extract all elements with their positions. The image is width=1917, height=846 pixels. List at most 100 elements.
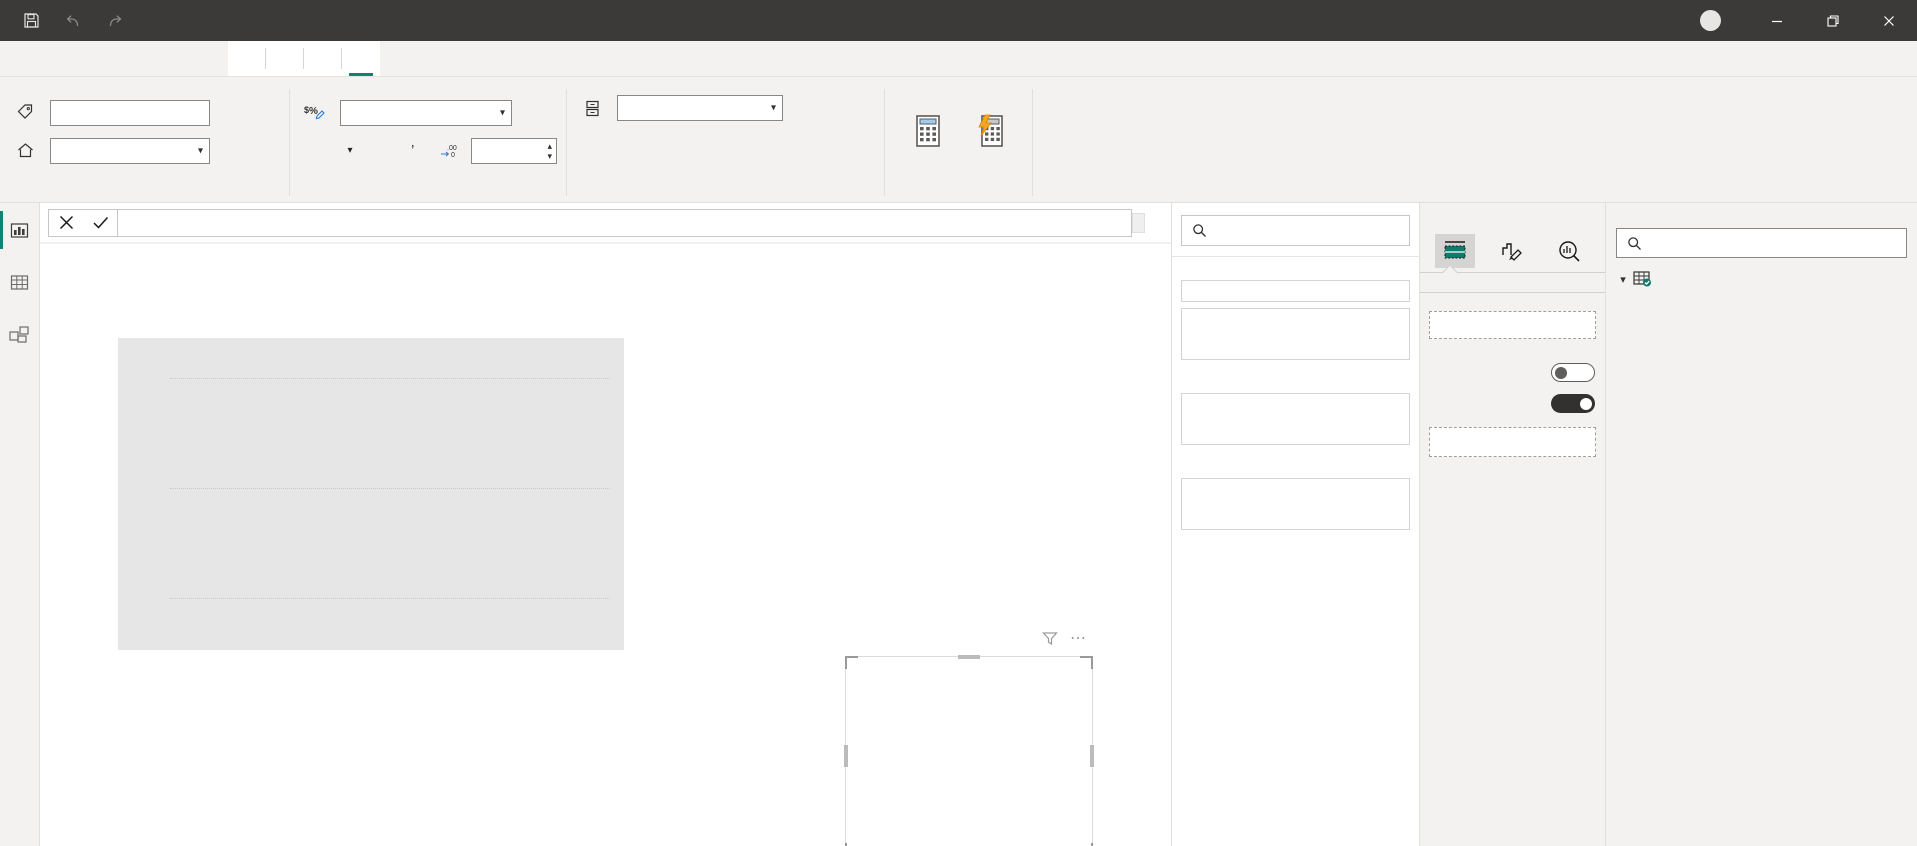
view-switcher-rail	[0, 203, 40, 846]
quick-access-toolbar	[0, 6, 132, 36]
restore-button[interactable]	[1805, 0, 1861, 41]
more-options-icon[interactable]: ⋯	[1070, 634, 1088, 644]
cancel-formula-button[interactable]	[49, 210, 83, 236]
minimize-button[interactable]	[1749, 0, 1805, 41]
redo-icon[interactable]	[98, 6, 132, 36]
title-bar-right	[1689, 0, 1917, 41]
ribbon-group-label-properties	[567, 178, 885, 202]
search-icon	[1627, 236, 1642, 251]
ribbon-tab-view[interactable]	[152, 41, 190, 76]
chevron-down-icon: ▾	[771, 103, 776, 114]
format-select[interactable]: ▾	[340, 100, 512, 126]
sidebar-item-model-view[interactable]	[3, 319, 37, 349]
power-bi-desktop-window: ▾ $% ▾	[0, 0, 1917, 846]
commit-formula-button[interactable]	[83, 210, 117, 236]
home-table-select[interactable]: ▾	[50, 138, 210, 164]
filters-on-this-page-section	[1172, 360, 1419, 445]
svg-text:’: ’	[411, 142, 414, 159]
cross-report-row	[1420, 357, 1605, 388]
ribbon-tab-format[interactable]	[228, 41, 266, 76]
filters-page-dropzone[interactable]	[1181, 393, 1410, 445]
percent-format-button[interactable]	[370, 138, 396, 164]
filters-visual-dropzone[interactable]	[1181, 308, 1410, 360]
bar-chart-visual[interactable]	[118, 338, 624, 650]
formula-input[interactable]	[118, 209, 1132, 237]
sidebar-item-data-view[interactable]	[3, 267, 37, 297]
filters-on-all-pages-section	[1172, 445, 1419, 530]
currency-format-button[interactable]	[304, 138, 330, 164]
resize-handle-left[interactable]	[844, 745, 848, 767]
keep-all-filters-toggle[interactable]	[1551, 394, 1595, 413]
visualizations-pane-tabs	[1420, 232, 1605, 268]
chart-plot-area	[118, 368, 624, 650]
currency-dropdown-icon[interactable]: ▾	[337, 138, 363, 164]
filters-all-pages-dropzone[interactable]	[1181, 478, 1410, 530]
fields-table-node[interactable]: ▾	[1606, 266, 1917, 292]
resize-handle-top[interactable]	[958, 655, 980, 659]
save-icon[interactable]	[14, 6, 48, 36]
drill-through-dropzone[interactable]	[1429, 427, 1596, 457]
visual-header-toolbar: ⋯	[1042, 631, 1088, 646]
ribbon-group-structure: ▾	[0, 77, 290, 202]
svg-text:.00: .00	[447, 145, 457, 152]
new-measure-button[interactable]	[899, 112, 956, 148]
visualizations-pane-header	[1420, 203, 1605, 226]
ribbon-group-label-formatting	[290, 178, 567, 202]
filters-search-input[interactable]	[1181, 215, 1410, 246]
filter-card[interactable]	[1181, 280, 1410, 302]
ribbon-tab-data-drill[interactable]	[266, 41, 304, 76]
fields-pane: ▾	[1605, 203, 1917, 846]
cross-report-toggle[interactable]	[1551, 363, 1595, 382]
calculator-icon	[913, 114, 943, 148]
ribbon-tab-file[interactable]	[0, 41, 38, 76]
chevron-down-icon: ▾	[500, 107, 505, 118]
build-visual-tab[interactable]	[1435, 234, 1475, 268]
table-icon	[1633, 270, 1652, 288]
thousands-separator-button[interactable]: ’	[403, 138, 429, 164]
filters-search-wrapper	[1172, 203, 1419, 257]
formula-bar-controls	[1132, 209, 1171, 237]
ribbon-group-label-structure	[0, 178, 290, 202]
report-canvas[interactable]: ⋯	[40, 243, 1171, 846]
filters-pane	[1171, 203, 1419, 846]
filter-icon[interactable]	[1042, 631, 1058, 646]
filters-on-this-visual-section	[1172, 257, 1419, 360]
chart-title	[118, 338, 624, 349]
data-category-icon	[581, 98, 603, 119]
format-visual-tab[interactable]	[1492, 234, 1532, 268]
resize-handle-top-left[interactable]	[845, 656, 858, 669]
quick-measure-button[interactable]	[962, 112, 1019, 148]
drill-through-label	[1420, 339, 1605, 357]
viz-tabs-underline	[1420, 272, 1605, 273]
data-category-select[interactable]: ▾	[617, 95, 783, 121]
undo-icon[interactable]	[56, 6, 90, 36]
fields-pane-header	[1606, 203, 1917, 226]
ribbon-tab-modeling[interactable]	[114, 41, 152, 76]
fields-search-input[interactable]	[1616, 228, 1907, 258]
ribbon-group-formatting: $% ▾ ▾ ’	[290, 77, 567, 202]
close-button[interactable]	[1861, 0, 1917, 41]
avatar[interactable]	[1700, 10, 1721, 31]
tag-icon	[14, 102, 36, 123]
ribbon-tab-home[interactable]	[38, 41, 76, 76]
analytics-tab[interactable]	[1550, 234, 1590, 268]
formula-resize-handle[interactable]	[1132, 213, 1145, 233]
chevron-down-icon[interactable]: ▾	[1616, 273, 1630, 286]
ribbon-tab-table-tools[interactable]	[304, 41, 342, 76]
field-well-chip[interactable]	[1429, 311, 1596, 339]
ribbon-tab-measure-tools[interactable]	[342, 41, 380, 76]
resize-handle-top-right[interactable]	[1080, 656, 1093, 669]
measure-name-input[interactable]	[50, 100, 210, 126]
ribbon-tab-insert[interactable]	[76, 41, 114, 76]
home-icon	[14, 140, 36, 161]
decimal-places-icon[interactable]: .000	[436, 138, 464, 164]
stepper-arrows[interactable]: ▴▾	[547, 141, 552, 161]
card-visual[interactable]: ⋯	[845, 656, 1093, 846]
ribbon-body: ▾ $% ▾	[0, 77, 1917, 203]
canvas-column: ⋯	[40, 203, 1171, 846]
resize-handle-right[interactable]	[1090, 745, 1094, 767]
decimal-places-stepper[interactable]: ▴▾	[471, 138, 557, 164]
keep-all-filters-row	[1420, 388, 1605, 419]
ribbon-tab-help[interactable]	[190, 41, 228, 76]
sidebar-item-report-view[interactable]	[3, 215, 37, 245]
